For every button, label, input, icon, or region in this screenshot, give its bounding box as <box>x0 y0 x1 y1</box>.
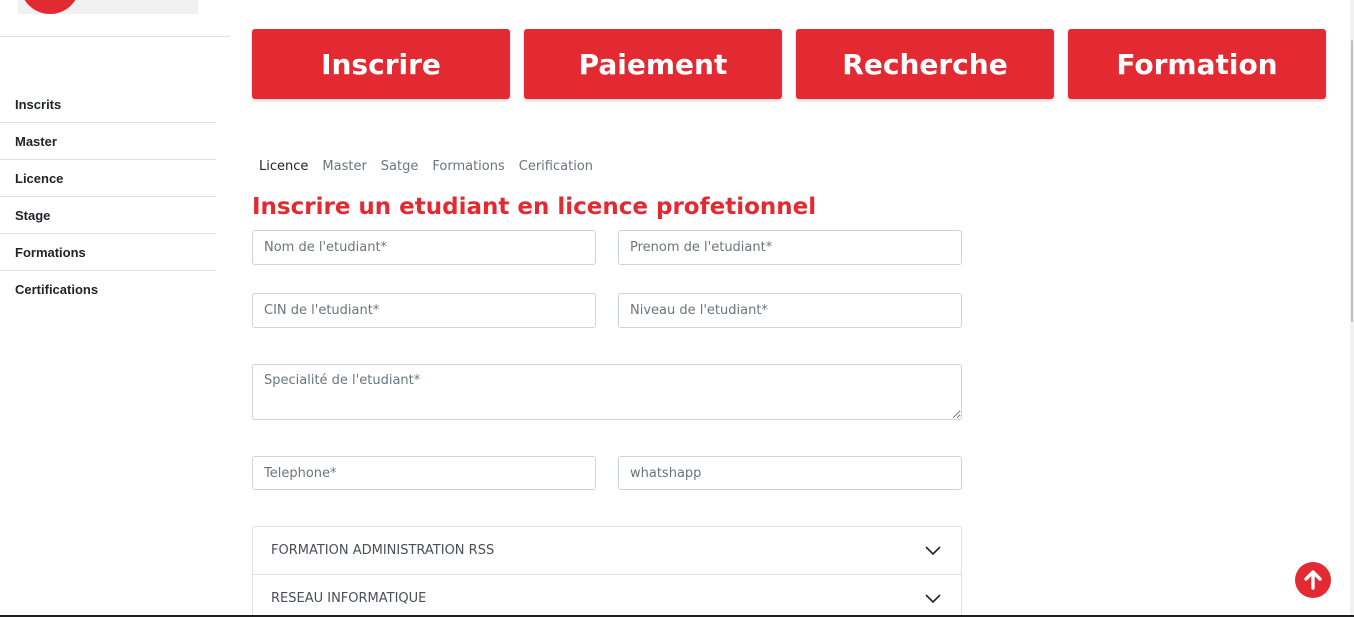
chevron-down-icon[interactable] <box>923 541 943 561</box>
accordion-item-label: FORMATION ADMINISTRATION RSS <box>271 543 495 558</box>
formation-accordion: FORMATION ADMINISTRATION RSS RESEAU INFO… <box>252 526 962 617</box>
tab-master[interactable]: Master <box>315 159 373 174</box>
sidebar-item-licence[interactable]: Licence <box>0 160 216 197</box>
sidebar-item-master[interactable]: Master <box>0 123 216 160</box>
scroll-top-button[interactable] <box>1295 562 1331 598</box>
sidebar-item-inscrits[interactable]: Inscrits <box>0 86 216 123</box>
niveau-input[interactable] <box>618 293 962 328</box>
inscrire-button[interactable]: Inscrire <box>252 29 510 99</box>
page-scrollbar-thumb[interactable] <box>1351 40 1353 322</box>
accordion-item-label: RESEAU INFORMATIQUE <box>271 591 427 606</box>
nom-input[interactable] <box>252 230 596 265</box>
sidebar-item-formations[interactable]: Formations <box>0 234 216 271</box>
sidebar-item-stage[interactable]: Stage <box>0 197 216 234</box>
chevron-down-icon[interactable] <box>923 589 943 609</box>
paiement-button[interactable]: Paiement <box>524 29 782 99</box>
cin-input[interactable] <box>252 293 596 328</box>
tab-licence[interactable]: Licence <box>252 159 315 174</box>
specialite-textarea[interactable] <box>252 364 962 420</box>
page-title: Inscrire un etudiant en licence profetio… <box>252 194 817 220</box>
accordion-item-administration-rss[interactable]: FORMATION ADMINISTRATION RSS <box>253 527 961 575</box>
arrow-up-icon <box>1304 570 1322 590</box>
logo <box>18 0 198 14</box>
telephone-input[interactable] <box>252 456 596 490</box>
accordion-item-reseau-informatique[interactable]: RESEAU INFORMATIQUE <box>253 575 961 617</box>
sidebar-divider <box>0 36 230 37</box>
recherche-button[interactable]: Recherche <box>796 29 1054 99</box>
logo-mark <box>20 0 80 14</box>
sidebar-item-certifications[interactable]: Certifications <box>0 271 216 308</box>
whatsapp-input[interactable] <box>618 456 962 490</box>
tab-stage[interactable]: Satge <box>374 159 426 174</box>
sidebar: Inscrits Master Licence Stage Formations… <box>0 86 216 308</box>
tab-bar: Licence Master Satge Formations Cerifica… <box>252 159 600 174</box>
tab-formations[interactable]: Formations <box>425 159 511 174</box>
formation-button[interactable]: Formation <box>1068 29 1326 99</box>
prenom-input[interactable] <box>618 230 962 265</box>
tab-certification[interactable]: Cerification <box>512 159 600 174</box>
action-bar: Inscrire Paiement Recherche Formation <box>252 29 1326 99</box>
